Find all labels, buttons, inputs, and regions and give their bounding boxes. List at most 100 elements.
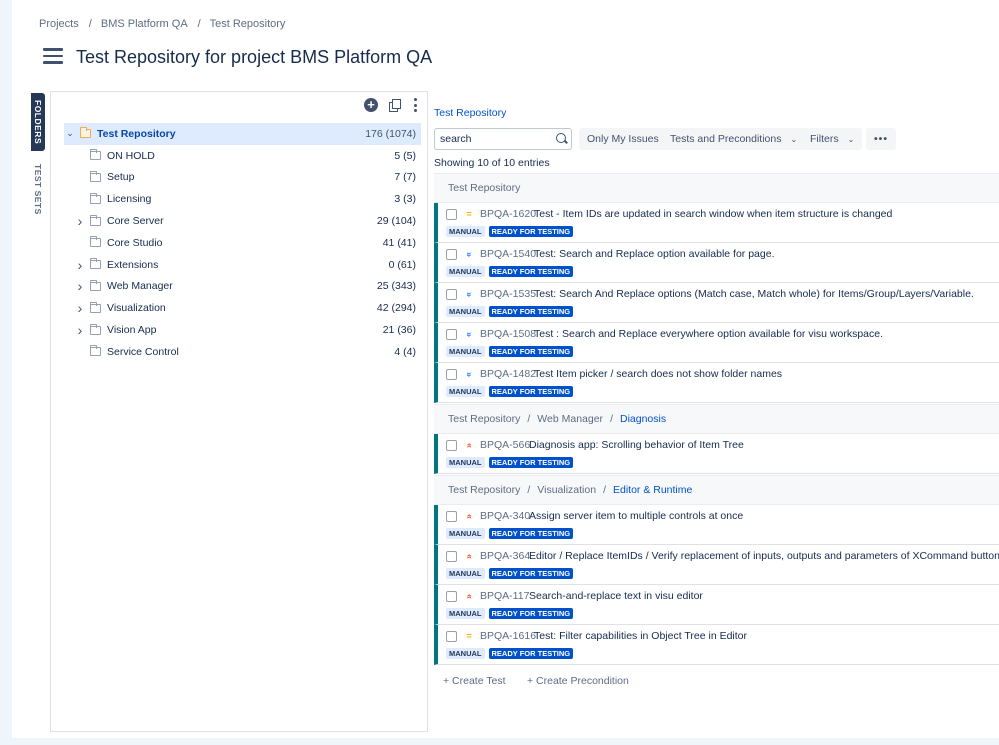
tree-item[interactable]: Service Control 4 (4) <box>64 341 421 363</box>
panel-breadcrumb[interactable]: Test Repository <box>434 107 506 119</box>
tree-root[interactable]: ⌄ Test Repository 176 (1074) <box>64 123 421 145</box>
row-checkbox[interactable] <box>446 249 457 260</box>
row-checkbox[interactable] <box>446 440 457 451</box>
test-row[interactable]: » BPQA-117 Search-and-replace text in visu… <box>434 585 999 625</box>
group-path-segment[interactable]: Visualization <box>537 484 596 496</box>
test-row[interactable]: » BPQA-1535 Test: Search And Replace optio… <box>434 283 999 323</box>
issue-key[interactable]: BPQA-566 <box>480 439 530 451</box>
issue-key[interactable]: BPQA-117 <box>480 590 529 602</box>
add-folder-icon[interactable]: + <box>364 98 378 112</box>
chevron-down-icon[interactable]: ⌄ <box>64 128 76 139</box>
issue-summary[interactable]: Test: Filter capabilities in Object Tree… <box>534 630 747 642</box>
issue-summary[interactable]: Test Item picker / search does not show … <box>534 368 782 380</box>
filters-dropdown[interactable]: Filters ⌄ <box>802 128 863 150</box>
test-row[interactable]: » BPQA-1508 Test : Search and Replace ever… <box>434 323 999 363</box>
test-row[interactable]: » BPQA-1482 Test Item picker / search does… <box>434 363 999 403</box>
manual-badge: MANUAL <box>446 226 485 237</box>
labels: MANUAL READY FOR TESTING <box>446 266 574 277</box>
issue-summary[interactable]: Assign server item to multiple controls … <box>529 510 743 522</box>
folder-icon <box>90 258 101 270</box>
search-icon[interactable] <box>556 133 566 143</box>
group-path-segment[interactable]: Test Repository <box>448 182 520 194</box>
issue-key[interactable]: BPQA-1482 <box>480 368 536 380</box>
tree-item[interactable]: › Visualization 42 (294) <box>64 297 421 319</box>
tree-item[interactable]: Core Studio 41 (41) <box>64 232 421 254</box>
tests-and-preconditions-dropdown[interactable]: Tests and Preconditions ⌄ <box>662 128 806 150</box>
tree-item-count: 41 (41) <box>382 236 416 249</box>
breadcrumb-projects[interactable]: Projects <box>39 18 79 30</box>
row-checkbox[interactable] <box>446 369 457 380</box>
status-badge: READY FOR TESTING <box>488 568 574 579</box>
issue-key[interactable]: BPQA-1508 <box>480 328 536 340</box>
search-input[interactable] <box>434 128 572 150</box>
menu-icon[interactable] <box>43 48 63 64</box>
group-path-segment[interactable]: Web Manager <box>537 413 603 425</box>
row-checkbox[interactable] <box>446 631 457 642</box>
group-path-segment[interactable]: Test Repository <box>448 484 520 496</box>
copy-icon[interactable] <box>389 98 402 112</box>
manual-badge: MANUAL <box>446 266 485 277</box>
only-my-issues-button[interactable]: Only My Issues <box>579 128 667 150</box>
priority-low-icon: » <box>464 331 475 337</box>
showing-entries: Showing 10 of 10 entries <box>434 157 550 169</box>
chevron-right-icon[interactable]: › <box>74 300 86 316</box>
test-row[interactable]: » BPQA-340 Assign server item to multiple … <box>434 505 999 545</box>
tree-item-label: Licensing <box>107 193 152 206</box>
row-checkbox[interactable] <box>446 289 457 300</box>
tree-item[interactable]: ON HOLD 5 (5) <box>64 145 421 167</box>
tree-item[interactable]: Setup 7 (7) <box>64 167 421 189</box>
test-row[interactable]: » BPQA-566 Diagnosis app: Scrolling behavi… <box>434 434 999 474</box>
tab-test-sets[interactable]: TEST SETS <box>31 157 45 222</box>
issue-summary[interactable]: Test : Search and Replace everywhere opt… <box>534 328 883 340</box>
issue-summary[interactable]: Editor / Replace ItemIDs / Verify replac… <box>529 550 999 562</box>
issue-summary[interactable]: Test: Search and Replace option availabl… <box>534 248 775 260</box>
row-checkbox[interactable] <box>446 511 457 522</box>
test-row[interactable]: = BPQA-1620 Test - Item IDs are updated in… <box>434 203 999 243</box>
tree-item[interactable]: › Web Manager 25 (343) <box>64 276 421 298</box>
create-test-link[interactable]: + Create Test <box>443 675 506 687</box>
tree-item[interactable]: › Extensions 0 (61) <box>64 254 421 276</box>
only-my-issues-label: Only My Issues <box>587 133 659 145</box>
separator: / <box>603 484 606 496</box>
issue-key[interactable]: BPQA-1540 <box>480 248 536 260</box>
chevron-right-icon[interactable]: › <box>74 213 86 229</box>
create-precondition-link[interactable]: + Create Precondition <box>527 675 629 687</box>
more-button[interactable]: ••• <box>866 128 897 150</box>
priority-high-icon: » <box>463 594 474 600</box>
more-options-icon[interactable] <box>413 98 417 112</box>
tree-item[interactable]: › Core Server 29 (104) <box>64 210 421 232</box>
test-row[interactable]: » BPQA-364 Editor / Replace ItemIDs / Veri… <box>434 545 999 585</box>
chevron-right-icon[interactable]: › <box>74 322 86 338</box>
folder-icon <box>90 192 101 204</box>
test-row[interactable]: » BPQA-1540 Test: Search and Replace optio… <box>434 243 999 283</box>
breadcrumb-current[interactable]: Test Repository <box>210 18 286 30</box>
test-row[interactable]: = BPQA-1616 Test: Filter capabilities in O… <box>434 625 999 665</box>
tree-item[interactable]: › Vision App 21 (36) <box>64 319 421 341</box>
tree-item[interactable]: Licensing 3 (3) <box>64 188 421 210</box>
page: Projects / BMS Platform QA / Test Reposito… <box>12 0 999 738</box>
issue-key[interactable]: BPQA-1535 <box>480 288 536 300</box>
issue-key[interactable]: BPQA-340 <box>480 510 530 522</box>
breadcrumb-project[interactable]: BMS Platform QA <box>101 18 188 30</box>
issue-summary[interactable]: Search-and-replace text in visu editor <box>529 590 703 602</box>
row-checkbox[interactable] <box>446 209 457 220</box>
tab-folders[interactable]: FOLDERS <box>31 93 45 152</box>
tree-item-label: ON HOLD <box>107 149 155 162</box>
row-checkbox[interactable] <box>446 551 457 562</box>
chevron-right-icon[interactable]: › <box>74 257 86 273</box>
chevron-right-icon[interactable]: › <box>74 278 86 294</box>
issue-key[interactable]: BPQA-1620 <box>480 208 536 220</box>
group-path-segment[interactable]: Editor & Runtime <box>613 484 692 496</box>
issue-key[interactable]: BPQA-1616 <box>480 630 536 642</box>
chevron-down-icon: ⌄ <box>847 135 855 144</box>
issue-summary[interactable]: Test: Search And Replace options (Match … <box>534 288 974 300</box>
row-checkbox[interactable] <box>446 591 457 602</box>
group-path-segment[interactable]: Test Repository <box>448 413 520 425</box>
group-path-segment[interactable]: Diagnosis <box>620 413 666 425</box>
issue-key[interactable]: BPQA-364 <box>480 550 530 562</box>
tree-root-count: 176 (1074) <box>365 127 416 140</box>
issue-summary[interactable]: Diagnosis app: Scrolling behavior of Ite… <box>529 439 744 451</box>
issue-summary[interactable]: Test - Item IDs are updated in search wi… <box>534 208 892 220</box>
row-checkbox[interactable] <box>446 329 457 340</box>
tree-item-label: Core Studio <box>107 236 163 249</box>
